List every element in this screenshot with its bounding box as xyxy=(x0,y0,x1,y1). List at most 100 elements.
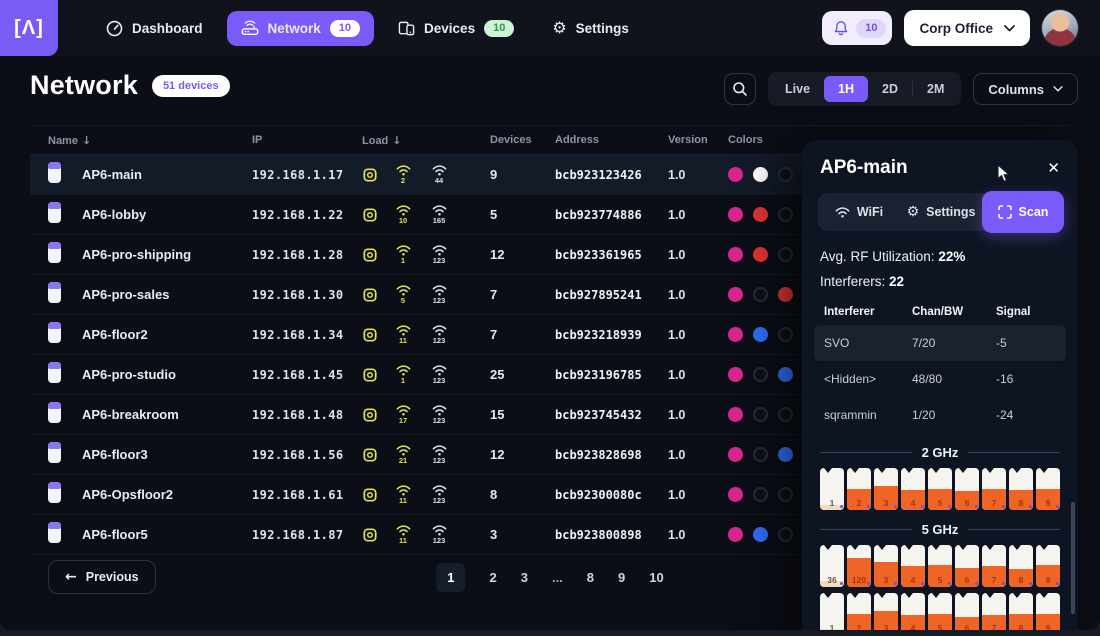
interferer-table: Interferer Chan/BW Signal SVO 7/20 -5 <Hidd… xyxy=(814,299,1066,433)
device-ip: 192.168.1.22 xyxy=(252,207,344,222)
app-window: [Λ] Dashboard Network 10 Devices 10 ⚙ Se… xyxy=(0,0,1100,630)
org-selector[interactable]: Corp Office xyxy=(904,10,1030,46)
channel-number: 4 xyxy=(910,498,916,508)
previous-label: Previous xyxy=(85,570,139,584)
nav-label: Devices xyxy=(424,20,476,36)
page-number[interactable]: 8 xyxy=(587,571,594,584)
column-header-load[interactable]: Load ↓ xyxy=(362,134,490,147)
devices-count-badge: 10 xyxy=(484,19,515,37)
status-dot-pink xyxy=(728,367,743,382)
status-dot-dark xyxy=(753,367,768,382)
page-number[interactable]: 2 xyxy=(489,571,496,584)
load-cell: 2 44 xyxy=(362,164,490,185)
page-number[interactable]: 1 xyxy=(436,562,466,592)
logo-glyph: [Λ] xyxy=(14,16,44,39)
page-number[interactable]: 3 xyxy=(521,571,528,584)
page-header: Network 51 devices xyxy=(30,70,230,101)
load-cell: 11 123 xyxy=(362,484,490,505)
page-header-actions: Live 1H 2D 2M Columns xyxy=(724,72,1078,106)
search-button[interactable] xyxy=(724,73,757,105)
nav-devices[interactable]: Devices 10 xyxy=(384,11,528,46)
org-selector-label: Corp Office xyxy=(919,20,993,36)
device-detail-panel: AP6-main ✕ WiFi ⚙ Settings Scan Avg. RF Uti… xyxy=(802,140,1078,630)
column-header-devices: Devices xyxy=(490,134,532,146)
scan-icon xyxy=(997,205,1012,219)
nav-dashboard[interactable]: Dashboard xyxy=(92,11,217,46)
load-chip-icon xyxy=(362,487,378,503)
nav-settings[interactable]: ⚙ Settings xyxy=(538,11,643,45)
columns-button[interactable]: Columns xyxy=(973,73,1078,105)
device-name: AP6-pro-shipping xyxy=(82,247,192,262)
panel-tab-wifi[interactable]: WiFi xyxy=(818,193,900,231)
device-ip: 192.168.1.48 xyxy=(252,407,344,422)
sort-desc-icon: ↓ xyxy=(81,133,92,147)
status-dot-blue xyxy=(753,327,768,342)
wifi-2g-icon: 17 xyxy=(392,404,414,425)
time-filter-live[interactable]: Live xyxy=(771,76,824,103)
chevron-down-icon xyxy=(1053,86,1063,92)
status-dot-dark xyxy=(778,247,793,262)
load-chip-icon xyxy=(362,207,378,223)
channel-number: 8 xyxy=(1018,575,1024,585)
panel-scrollbar[interactable] xyxy=(1071,502,1075,614)
notifications-button[interactable]: 10 xyxy=(822,11,893,45)
column-header-name[interactable]: Name ↓ xyxy=(48,134,252,147)
close-icon[interactable]: ✕ xyxy=(1047,160,1060,176)
app-logo[interactable]: [Λ] xyxy=(0,0,58,56)
channel-tile: 2 xyxy=(847,468,871,510)
previous-page-button[interactable]: ← Previous xyxy=(48,560,156,594)
nav-label: Dashboard xyxy=(132,20,203,36)
access-point-icon xyxy=(48,361,61,383)
access-point-icon xyxy=(48,281,61,303)
load-cell: 1 123 xyxy=(362,364,490,385)
status-dot-pink xyxy=(728,447,743,462)
status-dot-dark xyxy=(753,447,768,462)
interferer-signal: -24 xyxy=(996,408,1014,422)
device-version: 1.0 xyxy=(668,247,686,262)
status-dot-red xyxy=(753,207,768,222)
wifi-5g-icon: 123 xyxy=(428,244,450,265)
panel-tab-settings[interactable]: ⚙ Settings xyxy=(900,193,982,231)
channel-number: 2 xyxy=(856,498,862,508)
channel-tile: 8 xyxy=(1009,545,1033,587)
wifi-2g-icon: 21 xyxy=(392,444,414,465)
network-count-badge: 10 xyxy=(329,19,361,37)
time-filter-2m[interactable]: 2M xyxy=(913,76,958,103)
time-filter-2d[interactable]: 2D xyxy=(868,76,912,103)
wifi-2g-icon: 2 xyxy=(392,164,414,185)
status-dot-pink xyxy=(728,327,743,342)
device-name: AP6-breakroom xyxy=(82,407,179,422)
scan-stats: Avg. RF Utilization: 22% Interferers: 22 xyxy=(820,249,1060,289)
device-address: bcb927895241 xyxy=(555,287,642,302)
page-number[interactable]: 9 xyxy=(618,571,625,584)
top-nav-right: 10 Corp Office xyxy=(822,10,1100,46)
interferer-row[interactable]: sqrammin 1/20 -24 xyxy=(814,397,1066,433)
channel-tile: 1 xyxy=(820,468,844,510)
interferer-chan-bw: 7/20 xyxy=(912,336,936,350)
interferer-row[interactable]: <Hidden> 48/80 -16 xyxy=(814,361,1066,397)
load-cell: 10 165 xyxy=(362,204,490,225)
devices-icon xyxy=(398,20,415,37)
panel-tab-scan[interactable]: Scan xyxy=(982,191,1064,233)
user-avatar[interactable] xyxy=(1042,10,1078,46)
device-ip: 192.168.1.17 xyxy=(252,167,344,182)
device-address: bcb923196785 xyxy=(555,367,642,382)
wifi-5g-icon: 123 xyxy=(428,524,450,545)
panel-title: AP6-main xyxy=(820,157,908,178)
nav-network[interactable]: Network 10 xyxy=(226,10,375,46)
load-cell: 17 123 xyxy=(362,404,490,425)
access-point-icon xyxy=(48,201,61,223)
device-ip: 192.168.1.87 xyxy=(252,527,344,542)
chevron-down-icon xyxy=(1004,24,1015,32)
device-version: 1.0 xyxy=(668,487,686,502)
band-divider: 5 GHz xyxy=(820,522,1060,537)
status-dot-dark xyxy=(753,407,768,422)
device-version: 1.0 xyxy=(668,367,686,382)
channel-tile: 5 xyxy=(928,468,952,510)
time-filter-1h[interactable]: 1H xyxy=(824,75,869,103)
interferer-row[interactable]: SVO 7/20 -5 xyxy=(814,325,1066,361)
wifi-2g-icon: 11 xyxy=(392,484,414,505)
channel-number: 1 xyxy=(829,623,835,630)
channel-number: 2 xyxy=(856,623,862,630)
page-number[interactable]: 10 xyxy=(649,571,663,584)
